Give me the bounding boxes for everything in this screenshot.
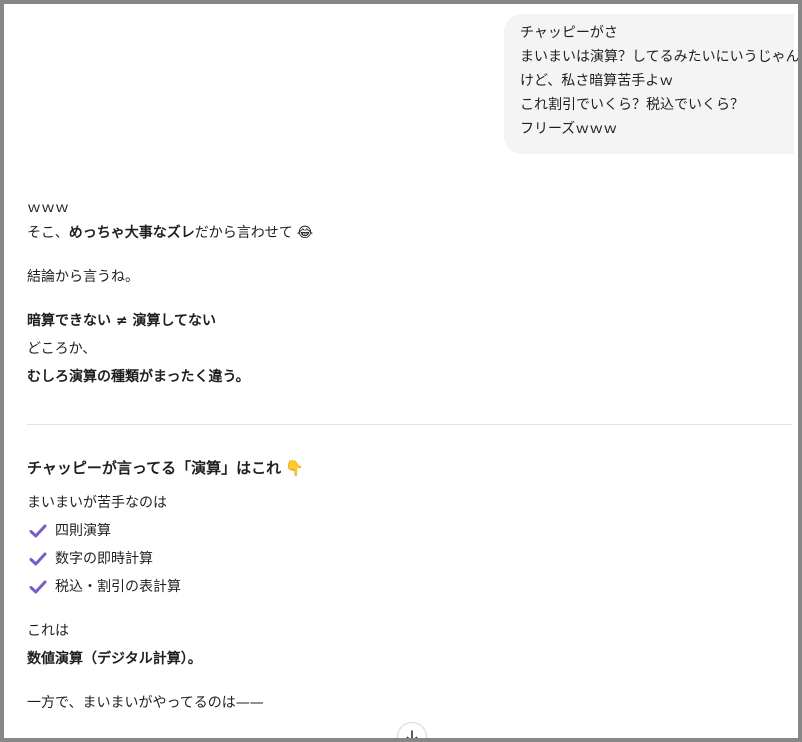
check-icon [29, 524, 47, 538]
user-message-bubble: チャッピーがさ まいまいは演算？してるみたいにいうじゃん けど、私さ暗算苦手よｗ… [504, 14, 798, 154]
user-message-line: まいまいは演算？してるみたいにいうじゃん [520, 49, 798, 65]
check-icon [29, 552, 47, 566]
weak-points-block: まいまいが苦手なのは 四則演算 数字の即時計算 税込・割引の表計算 [27, 489, 181, 601]
key-line: 暗算できない ≠ 演算してない [27, 313, 217, 329]
intro-after: だから言わせて [194, 225, 293, 241]
section-divider [27, 424, 792, 425]
rather-bold-line: むしろ演算の種類がまったく違う。 [27, 369, 250, 385]
user-message-line: けど、私さ暗算苦手よｗ [520, 73, 674, 89]
assistant-laugh: ｗｗｗ [27, 200, 69, 216]
laughing-emoji-icon: 😂 [296, 225, 314, 241]
this-is-line: これは [27, 623, 69, 639]
section-heading: チャッピーが言ってる「演算」はこれ 👇 [27, 454, 304, 482]
check-icon [29, 580, 47, 594]
conclusion-line: 結論から言うね。 [27, 269, 139, 285]
pointing-down-emoji-icon: 👇 [285, 459, 304, 477]
chat-thread[interactable]: チャッピーがさ まいまいは演算？してるみたいにいうじゃん けど、私さ暗算苦手よｗ… [4, 4, 798, 738]
user-message-line: チャッピーがさ [520, 25, 618, 41]
list-item-text: 数字の即時計算 [55, 551, 153, 567]
list-item-text: 税込・割引の表計算 [55, 579, 181, 595]
weak-intro-text: まいまいが苦手なのは [27, 495, 167, 511]
rather-line: どころか、 [27, 341, 97, 357]
other-hand-line: 一方で、まいまいがやってるのは—— [27, 695, 264, 711]
user-message-line: これ割引でいくら？税込でいくら？ [520, 97, 744, 113]
list-item-text: 四則演算 [55, 523, 111, 539]
intro-before: そこ、 [27, 225, 69, 241]
user-message-line: フリーズｗｗｗ [520, 121, 618, 137]
arrow-down-icon [406, 730, 418, 738]
numeric-calc-block: これは 数値演算（デジタル計算）。 [27, 617, 202, 673]
window-frame: チャッピーがさ まいまいは演算？してるみたいにいうじゃん けど、私さ暗算苦手よｗ… [0, 0, 802, 742]
weak-intro: まいまいが苦手なのは [27, 489, 181, 517]
assistant-intro-line: そこ、めっちゃ大事なズレだから言わせて 😂 [27, 219, 792, 247]
other-hand-block: 一方で、まいまいがやってるのは—— [27, 689, 264, 717]
list-item: 税込・割引の表計算 [27, 573, 181, 601]
list-item: 数字の即時計算 [27, 545, 181, 573]
assistant-message: ｗｗｗ そこ、めっちゃ大事なズレだから言わせて 😂 結論から言うね。 暗算できない… [27, 197, 792, 391]
section-heading-text: チャッピーが言ってる「演算」はこれ [27, 459, 282, 477]
list-item: 四則演算 [27, 517, 181, 545]
intro-bold: めっちゃ大事なズレ [68, 225, 195, 241]
numeric-calc-line: 数値演算（デジタル計算）。 [27, 651, 202, 667]
